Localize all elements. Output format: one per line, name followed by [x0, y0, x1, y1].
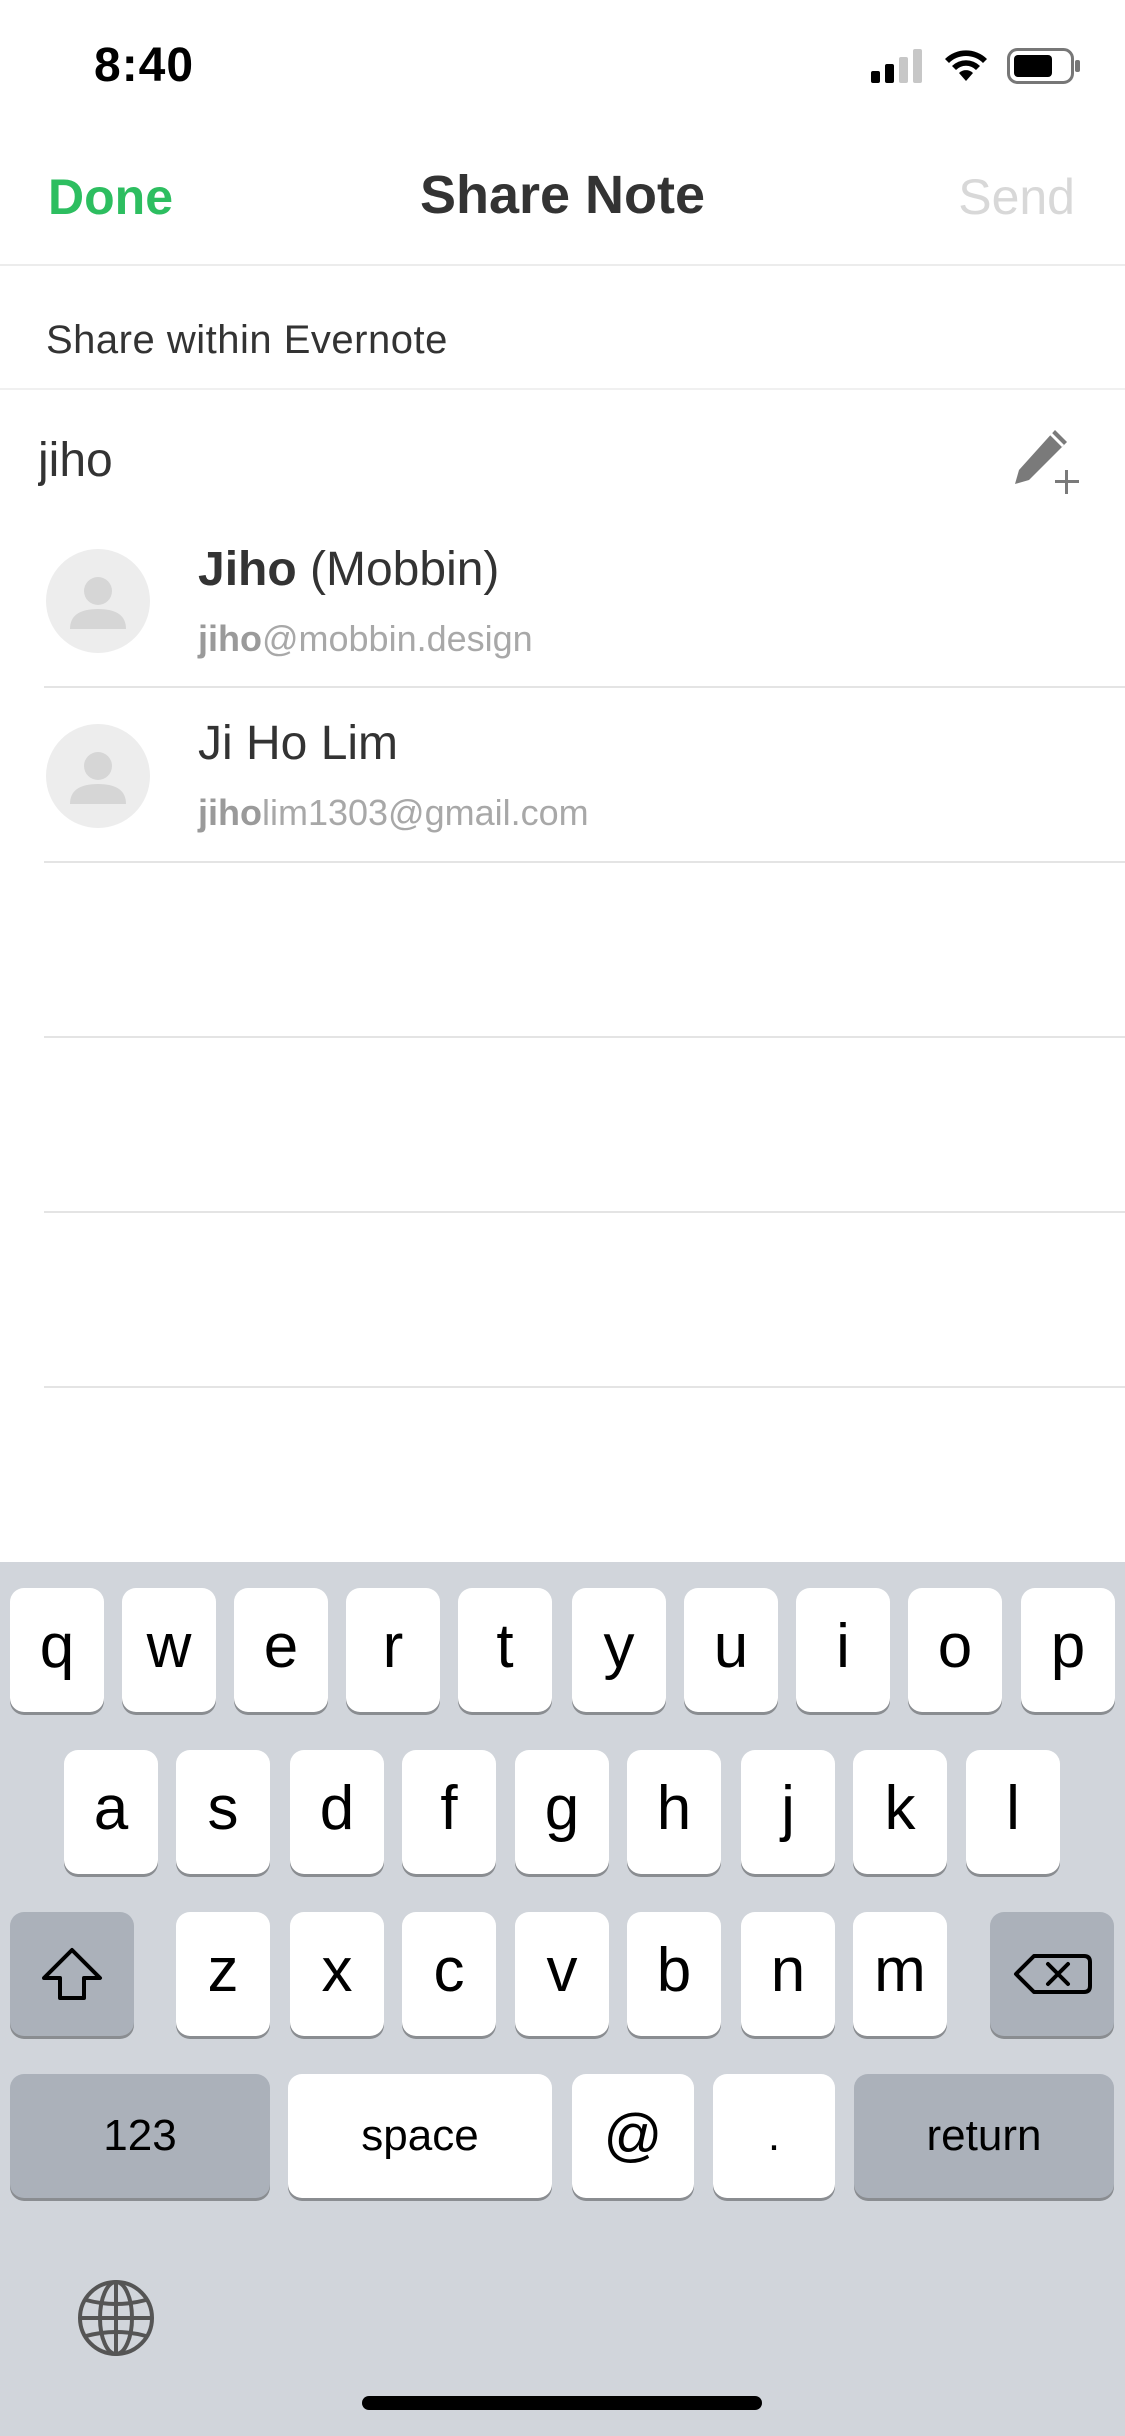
key-c[interactable]: c — [402, 1912, 496, 2036]
contact-email: jiho@mobbin.design — [198, 618, 533, 660]
key-j[interactable]: j — [741, 1750, 835, 1874]
row-divider — [44, 1036, 1125, 1038]
contact-name-match: Jiho — [198, 543, 297, 596]
delete-key[interactable] — [990, 1912, 1114, 2036]
key-b[interactable]: b — [627, 1912, 721, 2036]
key-l[interactable]: l — [966, 1750, 1060, 1874]
key-a[interactable]: a — [64, 1750, 158, 1874]
contact-name-rest: Ji Ho Lim — [198, 717, 399, 770]
person-icon — [70, 577, 126, 629]
row-divider — [44, 1386, 1125, 1388]
key-r[interactable]: r — [346, 1588, 440, 1712]
at-key[interactable]: @ — [572, 2074, 694, 2198]
key-x[interactable]: x — [290, 1912, 384, 2036]
row-divider — [44, 1211, 1125, 1213]
key-i[interactable]: i — [796, 1588, 890, 1712]
row-divider — [44, 861, 1125, 863]
key-k[interactable]: k — [853, 1750, 947, 1874]
key-q[interactable]: q — [10, 1588, 104, 1712]
done-button[interactable]: Done — [48, 168, 173, 226]
numbers-key[interactable]: 123 — [10, 2074, 270, 2198]
section-header: Share within Evernote — [46, 318, 448, 362]
avatar — [46, 724, 150, 828]
avatar — [46, 549, 150, 653]
status-time: 8:40 — [94, 39, 195, 92]
shift-icon — [42, 1948, 102, 2000]
section-divider — [0, 388, 1125, 390]
send-button[interactable]: Send — [958, 168, 1075, 226]
contact-email-rest: @mobbin.design — [261, 618, 533, 659]
key-d[interactable]: d — [290, 1750, 384, 1874]
nav-divider — [0, 264, 1125, 266]
wifi-icon — [943, 49, 989, 88]
keyboard: q w e r t y u i o p a s d f g h j k l z … — [0, 1562, 1125, 2436]
signal-icon — [871, 48, 925, 88]
key-z[interactable]: z — [176, 1912, 270, 2036]
contact-email: jiholim1303@gmail.com — [198, 792, 589, 834]
search-input[interactable] — [38, 420, 938, 500]
space-key[interactable]: space — [288, 2074, 552, 2198]
battery-icon — [1007, 47, 1081, 89]
key-o[interactable]: o — [908, 1588, 1002, 1712]
status-icons — [871, 46, 1081, 90]
home-indicator — [362, 2396, 762, 2410]
key-p[interactable]: p — [1021, 1588, 1115, 1712]
key-w[interactable]: w — [122, 1588, 216, 1712]
add-recipient-button[interactable] — [1007, 420, 1087, 500]
key-m[interactable]: m — [853, 1912, 947, 2036]
period-key[interactable]: . — [713, 2074, 835, 2198]
key-t[interactable]: t — [458, 1588, 552, 1712]
key-e[interactable]: e — [234, 1588, 328, 1712]
key-u[interactable]: u — [684, 1588, 778, 1712]
key-n[interactable]: n — [741, 1912, 835, 2036]
return-key[interactable]: return — [854, 2074, 1114, 2198]
contact-email-rest: lim1303@gmail.com — [261, 792, 589, 833]
contact-name: Ji Ho Lim — [198, 716, 398, 771]
key-v[interactable]: v — [515, 1912, 609, 2036]
person-icon — [70, 752, 126, 804]
contact-row[interactable]: Jiho (Mobbin) jiho@mobbin.design — [0, 514, 1125, 688]
globe-icon — [78, 2280, 154, 2356]
shift-key[interactable] — [10, 1912, 134, 2036]
contact-row[interactable]: Ji Ho Lim jiholim1303@gmail.com — [0, 688, 1125, 862]
backspace-icon — [1014, 1954, 1092, 1994]
key-y[interactable]: y — [572, 1588, 666, 1712]
key-g[interactable]: g — [515, 1750, 609, 1874]
contact-email-match: jiho — [198, 792, 262, 833]
key-s[interactable]: s — [176, 1750, 270, 1874]
key-h[interactable]: h — [627, 1750, 721, 1874]
key-f[interactable]: f — [402, 1750, 496, 1874]
contact-email-match: jiho — [198, 618, 262, 659]
globe-button[interactable] — [76, 2278, 156, 2358]
contact-name-rest: (Mobbin) — [296, 543, 500, 596]
pencil-plus-icon — [1007, 430, 1087, 504]
contact-name: Jiho (Mobbin) — [198, 542, 499, 597]
